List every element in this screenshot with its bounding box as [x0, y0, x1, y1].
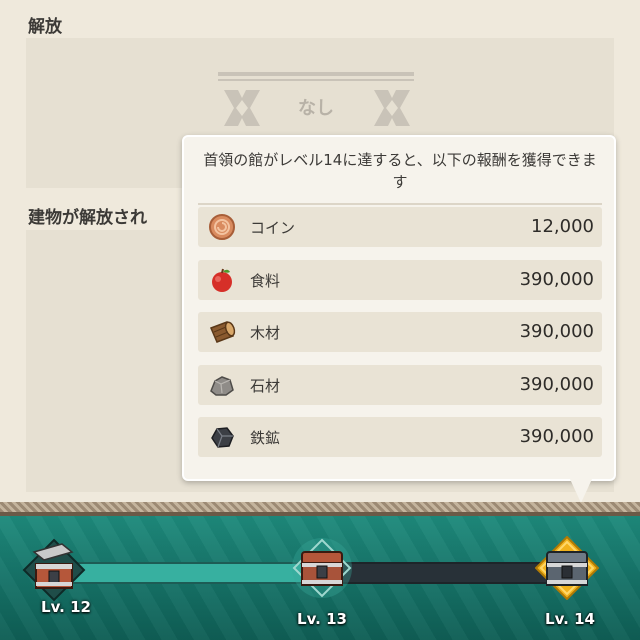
- decorative-trim: [0, 502, 640, 512]
- reward-row-iron: 鉄鉱 390,000: [198, 417, 602, 457]
- progress-bar-filled: [70, 562, 320, 584]
- reward-row-coin: コイン 12,000: [198, 207, 602, 247]
- none-badge: なし: [218, 72, 414, 128]
- none-label: なし: [298, 98, 334, 119]
- wood-log-icon: [210, 321, 236, 343]
- chest-lv12-opened-icon[interactable]: [22, 538, 86, 602]
- tooltip-arrow: [570, 479, 592, 503]
- reward-row-stone: 石材 390,000: [198, 365, 602, 405]
- building-section-title: 建物が解放され: [28, 208, 147, 228]
- reward-value: 390,000: [519, 426, 594, 447]
- tooltip-header: 首領の館がレベル14に達すると、以下の報酬を獲得できます: [203, 151, 597, 191]
- reward-value: 390,000: [519, 269, 594, 290]
- coin-icon: [209, 214, 235, 240]
- food-apple-icon: [212, 268, 232, 292]
- progress-bar-empty: [320, 562, 564, 584]
- reward-value: 390,000: [519, 321, 594, 342]
- tooltip-divider: [198, 203, 602, 205]
- reward-value: 12,000: [531, 216, 594, 237]
- reward-name: 石材: [250, 377, 281, 395]
- reward-name: 鉄鉱: [250, 429, 281, 447]
- reward-name: 木材: [250, 324, 281, 342]
- iron-ore-icon: [211, 427, 234, 448]
- reward-tooltip: 首領の館がレベル14に達すると、以下の報酬を獲得できます コイン 12,000 …: [182, 135, 616, 481]
- unlock-section-title: 解放: [28, 17, 62, 37]
- level-label-12: Lv. 12: [41, 598, 91, 616]
- level-label-14: Lv. 14: [545, 610, 595, 628]
- stone-icon: [210, 376, 234, 396]
- chest-lv13-icon[interactable]: [290, 536, 354, 600]
- reward-name: 食料: [250, 272, 281, 290]
- chest-lv14-selected-icon[interactable]: [535, 536, 599, 600]
- reward-name: コイン: [250, 219, 296, 237]
- reward-row-wood: 木材 390,000: [198, 312, 602, 352]
- reward-row-food: 食料 390,000: [198, 260, 602, 300]
- level-label-13: Lv. 13: [297, 610, 347, 628]
- reward-value: 390,000: [519, 374, 594, 395]
